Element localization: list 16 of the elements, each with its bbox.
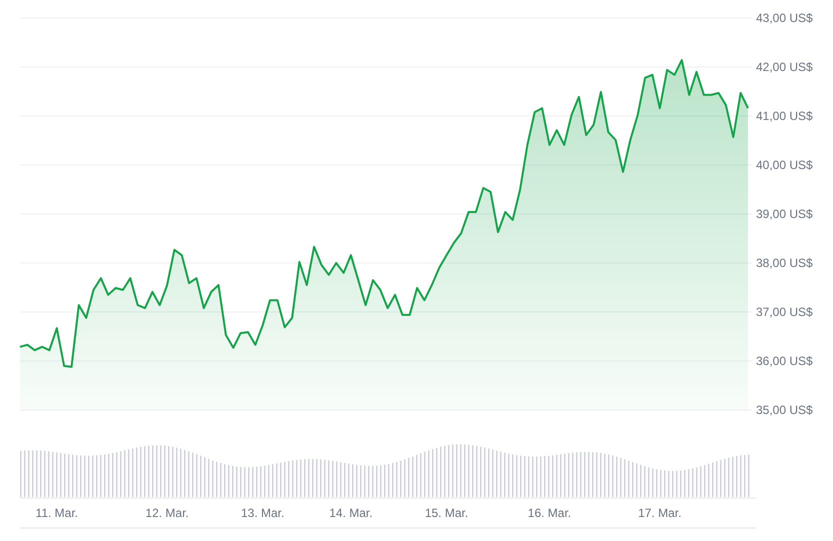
y-axis-label: 43,00 US$	[756, 11, 813, 25]
y-axis-label: 41,00 US$	[756, 109, 813, 123]
y-axis-label: 35,00 US$	[756, 403, 813, 417]
x-axis-label: 13. Mar.	[240, 506, 284, 520]
y-axis-label: 39,00 US$	[756, 207, 813, 221]
x-axis-label: 17. Mar.	[638, 506, 682, 520]
y-axis-label: 42,00 US$	[756, 60, 813, 74]
x-axis-label: 12. Mar.	[145, 506, 189, 520]
x-axis-label: 11. Mar.	[36, 506, 78, 520]
x-axis-label: 16. Mar.	[528, 506, 572, 520]
y-axis-label: 40,00 US$	[756, 158, 813, 172]
y-axis-label: 36,00 US$	[756, 354, 813, 368]
y-axis-label: 37,00 US$	[756, 305, 813, 319]
x-axis-label: 15. Mar.	[424, 506, 468, 520]
x-axis-label: 14. Mar.	[329, 506, 373, 520]
y-axis-label: 38,00 US$	[756, 256, 813, 270]
